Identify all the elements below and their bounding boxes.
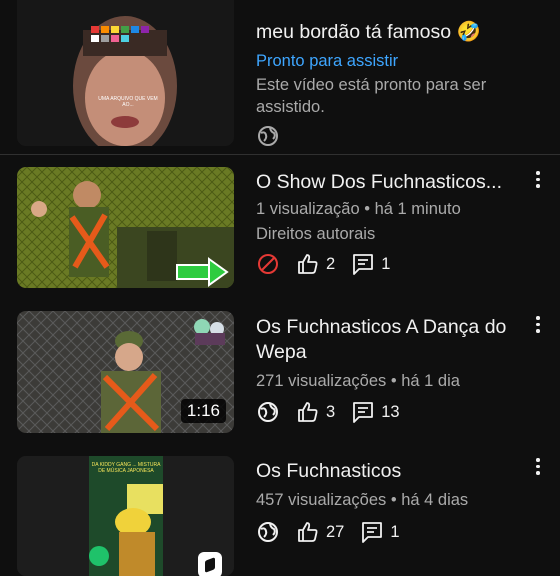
video-meta: 457 visualizações • há 4 dias [256, 491, 469, 509]
video-title[interactable]: Os Fuchnasticos [256, 459, 520, 484]
more-options-icon[interactable] [534, 0, 542, 3]
shorts-icon [198, 552, 222, 576]
video-title[interactable]: Os Fuchnasticos A Dança do Wepa [256, 315, 520, 365]
more-options-icon[interactable] [534, 316, 542, 336]
video-thumbnail[interactable] [17, 167, 234, 288]
video-title[interactable]: O Show Dos Fuchnasticos... [256, 170, 520, 195]
video-title[interactable]: meu bordão tá famoso 🤣 [256, 20, 520, 45]
video-row-3[interactable]: 1:16 Os Fuchnasticos A Dança do Wepa 271… [0, 300, 560, 445]
video-meta: 1 visualização • há 1 minuto [256, 200, 461, 218]
thumbnail-image [17, 0, 234, 146]
comment-icon [353, 402, 374, 423]
globe-icon [258, 126, 278, 146]
video-thumbnail[interactable]: UMA ARQUIVO QUE VEM AO... [17, 0, 234, 146]
video-duration: 1:16 [180, 399, 226, 423]
comment-count: 1 [390, 522, 400, 541]
thumbnail-image [17, 167, 234, 288]
thumbs-up-icon [298, 254, 318, 274]
status-link[interactable]: Pronto para assistir [256, 52, 520, 71]
thumbnail-caption: UMA ARQUIVO QUE VEM AO... [98, 96, 158, 108]
more-options-icon[interactable] [534, 171, 542, 191]
like-count: 3 [326, 402, 336, 421]
video-row-1[interactable]: UMA ARQUIVO QUE VEM AO... meu bordão tá … [0, 0, 560, 155]
video-row-4[interactable]: DA KIDDY GANG ... MISTURA DE MÚSICA JAPO… [0, 445, 560, 576]
thumbs-up-icon [298, 522, 318, 542]
blocked-icon [258, 254, 278, 274]
video-thumbnail[interactable]: DA KIDDY GANG ... MISTURA DE MÚSICA JAPO… [17, 456, 234, 576]
thumbs-up-icon [298, 402, 318, 422]
comment-count: 13 [381, 402, 400, 421]
globe-icon [258, 522, 278, 542]
video-meta: 271 visualizações • há 1 dia [256, 372, 460, 390]
video-row-2[interactable]: O Show Dos Fuchnasticos... 1 visualizaçã… [0, 155, 560, 300]
globe-icon [258, 402, 278, 422]
thumbnail-caption: DA KIDDY GANG ... MISTURA DE MÚSICA JAPO… [91, 462, 161, 474]
video-thumbnail[interactable]: 1:16 [17, 311, 234, 433]
status-description: Este vídeo está pronto para ser assistid… [256, 76, 487, 116]
comment-icon [353, 254, 374, 275]
like-count: 2 [326, 254, 336, 273]
more-options-icon[interactable] [534, 458, 542, 478]
like-count: 27 [326, 522, 345, 541]
copyright-notice[interactable]: Direitos autorais [256, 225, 520, 244]
comment-icon [362, 522, 383, 543]
comment-count: 1 [381, 254, 391, 273]
